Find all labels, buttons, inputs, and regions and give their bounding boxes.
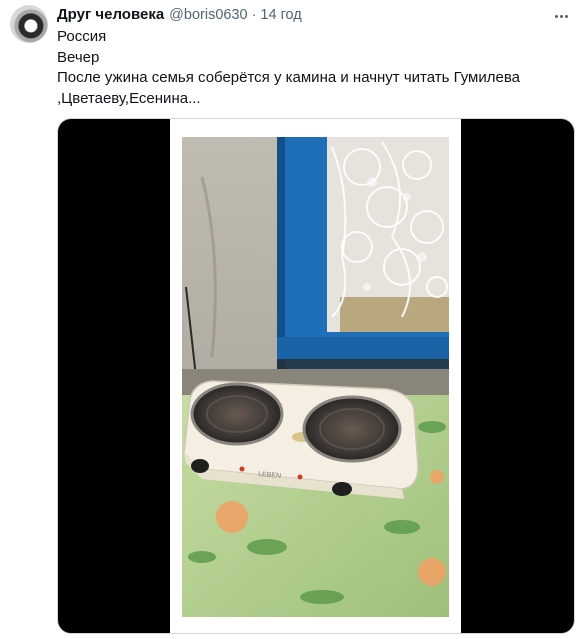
display-name[interactable]: Друг человека — [57, 6, 164, 23]
more-options-icon[interactable] — [549, 6, 573, 26]
tweet-text-line: После ужина семья соберётся у камина и н… — [57, 69, 520, 86]
tweet-video[interactable]: LEBEN — [57, 118, 575, 634]
tweet-text-line: ,Цветаеву,Есенина... — [57, 89, 201, 107]
avatar[interactable] — [10, 5, 48, 43]
tweet-header: Друг человека @boris0630 · 14 год — [57, 6, 302, 26]
tweet-text-line: Вечер — [57, 48, 100, 66]
timestamp[interactable]: 14 год — [260, 7, 301, 23]
video-frame: LEBEN — [170, 119, 461, 633]
tweet-text: Россия Вечер После ужина семья соберётся… — [57, 27, 572, 109]
separator-dot: · — [251, 7, 257, 23]
video-still-stove: LEBEN — [182, 137, 449, 617]
tweet: Друг человека @boris0630 · 14 год Россия… — [0, 0, 587, 639]
tweet-text-line: Россия — [57, 28, 107, 45]
user-handle[interactable]: @boris0630 — [169, 7, 247, 23]
stove-scene-image: LEBEN — [182, 137, 449, 617]
